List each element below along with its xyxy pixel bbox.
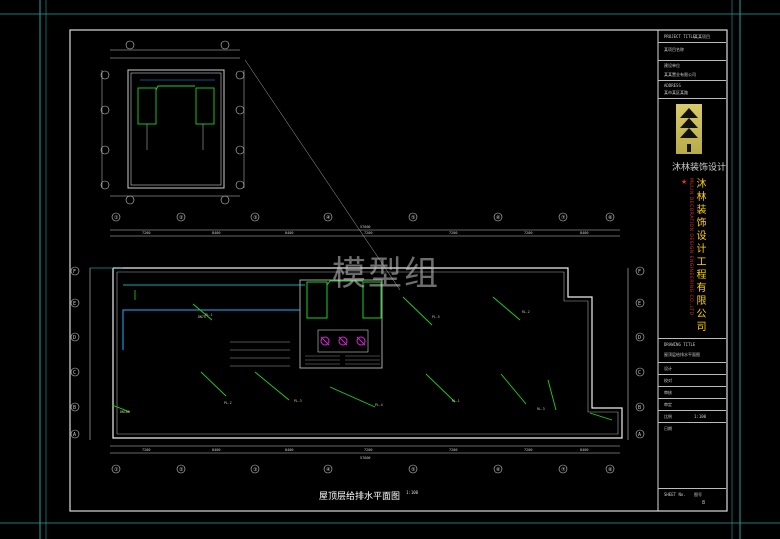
tb-row-13: 日期	[664, 426, 672, 431]
axis-label-right: A	[638, 432, 641, 438]
dimension-text: 8400	[212, 231, 220, 235]
pipe-label: DN100	[120, 410, 130, 414]
company-en-short: ★	[681, 178, 688, 186]
company-logo	[676, 104, 702, 154]
tb-row-0: 某项目名称	[664, 47, 684, 52]
roof-plan-small	[100, 40, 245, 205]
tb-row-9: 审核	[664, 390, 672, 395]
sheet-number: 8	[702, 500, 706, 506]
dimension-text: 7200	[449, 448, 457, 452]
drawing-title: 屋顶层给排水平面图	[319, 492, 401, 502]
axis-label-right: D	[638, 335, 641, 341]
tb-row-7: 设计	[664, 366, 672, 371]
tb-row-3: ADDRESS	[664, 83, 681, 88]
dimension-text: 7200	[364, 231, 372, 235]
pipe-label: RL-2	[522, 310, 530, 314]
dimension-total: 57600	[360, 225, 371, 229]
axis-label-right: E	[638, 301, 641, 307]
pipe-label: DN75	[198, 315, 206, 319]
dimension-text: 8400	[580, 231, 588, 235]
sheet-no-label: SHEET No.	[664, 492, 686, 497]
title-block: PROJECT TITLE 某某项目 某项目名称 建设单位 某某置业有限公司 A…	[658, 30, 726, 510]
tb-row-4: 某市某区某路	[664, 90, 688, 95]
project-name: 某某项目	[694, 34, 710, 39]
tb-row-5: DRAWING TITLE	[664, 342, 696, 347]
pipe-label: RL-3	[537, 407, 545, 411]
tb-row-11: 比例	[664, 414, 672, 419]
tb-row-14: 图号	[694, 492, 702, 497]
pipe-label: PL-1	[205, 313, 213, 317]
pipe-label: PL-5	[432, 315, 440, 319]
tb-row-6: 屋顶层给排水平面图	[664, 352, 700, 357]
axis-label-left: D	[73, 335, 76, 341]
axis-label-top: ②	[179, 215, 184, 221]
tb-row-10: 审定	[664, 402, 672, 407]
pipe-label: PL-2	[224, 401, 232, 405]
axis-label-bottom: ⑧	[608, 467, 613, 473]
dimension-total: 57600	[360, 456, 371, 460]
company-name: 沐林装饰设计	[672, 163, 727, 173]
tb-row-12: 1:100	[694, 414, 707, 419]
project-title-label: PROJECT TITLE	[664, 34, 696, 39]
company-vertical-name: 沐林装饰设计工程有限公司	[696, 179, 707, 333]
axis-label-left: F	[73, 269, 76, 275]
watermark-text: 模型组	[332, 254, 440, 294]
dimension-text: 8400	[580, 448, 588, 452]
axis-label-top: ⑧	[608, 215, 613, 221]
dimension-text: 7200	[524, 231, 532, 235]
axis-label-right: F	[638, 269, 641, 275]
axis-label-top: ⑥	[496, 215, 501, 221]
axis-label-right: C	[638, 370, 641, 376]
pipe-label: RL-1	[452, 399, 460, 403]
tb-row-8: 校对	[664, 378, 672, 383]
tb-row-2: 某某置业有限公司	[664, 72, 696, 77]
axis-label-top: ①	[114, 215, 119, 221]
axis-label-left: B	[73, 405, 76, 411]
dimension-text: 8400	[212, 448, 220, 452]
pipe-label: PL-3	[294, 399, 302, 403]
dimension-text: 7200	[449, 231, 457, 235]
dimension-text: 8400	[285, 231, 293, 235]
axis-label-left: C	[73, 370, 76, 376]
axis-label-right: B	[638, 405, 641, 411]
axis-label-bottom: ⑤	[411, 467, 416, 473]
axis-label-left: A	[73, 432, 76, 438]
axis-label-bottom: ③	[253, 467, 258, 473]
dimension-text: 7200	[142, 448, 150, 452]
dimension-text: 7200	[142, 231, 150, 235]
axis-label-bottom: ②	[179, 467, 184, 473]
tb-row-1: 建设单位	[664, 63, 680, 68]
axis-label-bottom: ⑦	[561, 467, 566, 473]
dimension-text: 7200	[524, 448, 532, 452]
axis-label-bottom: ①	[114, 467, 119, 473]
axis-label-top: ⑦	[561, 215, 566, 221]
dimension-text: 8400	[285, 448, 293, 452]
axis-label-top: ⑤	[411, 215, 416, 221]
company-en: MULIN DECORATION DESIGN ENGINEERING CO.,…	[688, 178, 693, 316]
axis-label-bottom: ⑥	[496, 467, 501, 473]
pipe-label: PL-4	[375, 403, 383, 407]
drawing-scale: 1:100	[406, 490, 419, 495]
axis-label-left: E	[73, 301, 76, 307]
dimension-text: 7200	[364, 448, 372, 452]
axis-label-top: ③	[253, 215, 258, 221]
axis-label-bottom: ④	[326, 467, 331, 473]
axis-label-top: ④	[326, 215, 331, 221]
